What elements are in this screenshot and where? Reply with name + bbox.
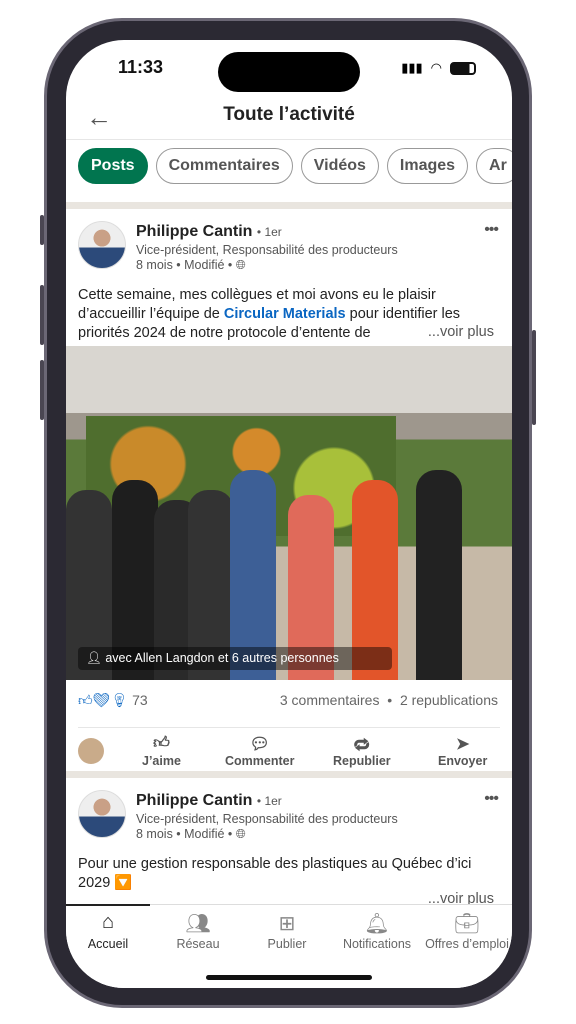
connection-degree: • 1er bbox=[256, 794, 282, 808]
dynamic-island bbox=[218, 52, 360, 92]
post-meta-text: 8 mois • Modifié • bbox=[136, 258, 233, 272]
page-title: Toute l’activité bbox=[223, 104, 355, 125]
person bbox=[416, 470, 462, 680]
tab-notifications[interactable]: 🔔︎ Notifications bbox=[332, 911, 422, 951]
post-meta: 8 mois • Modifié • 🌐︎ bbox=[136, 827, 246, 842]
send-button[interactable]: ➤ Envoyer bbox=[438, 734, 487, 768]
post-stats: 👍︎💚︎💡︎ 73 3 commentaires • 2 republicati… bbox=[78, 692, 498, 709]
comment-count[interactable]: 3 commentaires bbox=[280, 692, 380, 708]
tab-label: Réseau bbox=[176, 937, 220, 951]
battery-icon bbox=[450, 61, 476, 75]
divider bbox=[66, 202, 512, 209]
clock: 11:33 bbox=[118, 57, 164, 77]
post-card: Philippe Cantin • 1er Vice-président, Re… bbox=[66, 209, 512, 771]
power-button bbox=[532, 330, 536, 425]
active-tab-indicator bbox=[66, 904, 150, 906]
see-more-link[interactable]: ...voir plus bbox=[421, 324, 494, 340]
volume-up-button bbox=[40, 285, 44, 345]
volume-down-button bbox=[40, 360, 44, 420]
screen: 11:33 ▮▮▮ ◠ ← Toute l’activité Posts Comm… bbox=[66, 40, 512, 988]
post-meta: 8 mois • Modifié • 🌐︎ bbox=[136, 258, 246, 273]
photo-tag-text: avec Allen Langdon et 6 autres personnes bbox=[105, 651, 339, 665]
author-headline: Vice-président, Responsabilité des produ… bbox=[136, 812, 398, 826]
repost-count[interactable]: 2 republications bbox=[400, 692, 498, 708]
comment-button[interactable]: 💬︎ Commenter bbox=[225, 734, 294, 768]
reaction-count[interactable]: 73 bbox=[132, 692, 148, 708]
chip-articles[interactable]: Ar bbox=[476, 148, 512, 184]
header: ← Toute l’activité bbox=[66, 96, 512, 140]
author-link[interactable]: Philippe Cantin bbox=[136, 792, 252, 809]
tab-emplois[interactable]: 💼︎ Offres d’emploi bbox=[422, 911, 512, 951]
tab-label: Notifications bbox=[342, 937, 412, 951]
more-icon[interactable]: ••• bbox=[484, 790, 499, 808]
briefcase-icon: 💼︎ bbox=[454, 913, 480, 935]
chip-videos[interactable]: Vidéos bbox=[300, 148, 379, 184]
chip-commentaires[interactable]: Commentaires bbox=[155, 148, 293, 184]
globe-icon: 🌐︎ bbox=[235, 258, 246, 272]
tab-accueil[interactable]: ⌂ Accueil bbox=[66, 911, 153, 951]
repost-button[interactable]: 🔁︎ Republier bbox=[333, 734, 391, 768]
signal-icon: ▮▮▮ bbox=[401, 60, 423, 75]
action-bar: 👍︎ J’aime 💬︎ Commenter 🔁︎ Republier ➤ Envoye… bbox=[78, 727, 500, 777]
author-name[interactable]: Philippe Cantin • 1er bbox=[136, 223, 282, 241]
post-photo[interactable]: 👤︎ avec Allen Langdon et 6 autres person… bbox=[66, 346, 512, 680]
reactions-icon[interactable]: 👍︎💚︎💡︎ bbox=[78, 692, 128, 708]
comment-label: Commenter bbox=[225, 754, 295, 768]
bell-icon: 🔔︎ bbox=[364, 913, 390, 935]
comments-reposts[interactable]: 3 commentaires • 2 republications bbox=[280, 692, 498, 708]
repost-label: Republier bbox=[333, 754, 391, 768]
tab-reseau[interactable]: 👥︎ Réseau bbox=[153, 911, 243, 951]
bottom-nav: ⌂ Accueil 👥︎ Réseau ⊞ Publier 🔔︎ Notificatio… bbox=[66, 904, 512, 988]
company-link[interactable]: Circular Materials bbox=[224, 306, 346, 322]
send-icon: ➤ bbox=[455, 736, 470, 753]
chip-images[interactable]: Images bbox=[386, 148, 469, 184]
author-name[interactable]: Philippe Cantin • 1er bbox=[136, 792, 282, 810]
divider bbox=[66, 771, 512, 778]
thumbs-up-icon: 👍︎ bbox=[153, 735, 170, 752]
like-button[interactable]: 👍︎ J’aime bbox=[142, 734, 181, 768]
plus-icon: ⊞ bbox=[278, 913, 296, 935]
author-headline: Vice-président, Responsabilité des produ… bbox=[136, 243, 398, 257]
repost-icon: 🔁︎ bbox=[353, 738, 370, 755]
tab-label: Publier bbox=[267, 937, 307, 951]
connection-degree: • 1er bbox=[256, 225, 282, 239]
wifi-icon: ◠ bbox=[430, 60, 442, 75]
tab-label: Accueil bbox=[87, 937, 129, 951]
like-label: J’aime bbox=[142, 754, 181, 768]
more-icon[interactable]: ••• bbox=[484, 221, 499, 239]
filter-chips: Posts Commentaires Vidéos Images Ar bbox=[78, 148, 512, 184]
photo-tag[interactable]: 👤︎ avec Allen Langdon et 6 autres person… bbox=[78, 647, 392, 670]
tab-label: Offres d’emploi bbox=[425, 937, 509, 951]
home-indicator[interactable] bbox=[206, 975, 372, 980]
avatar[interactable] bbox=[78, 221, 126, 269]
home-icon: ⌂ bbox=[101, 911, 115, 933]
comment-icon: 💬︎ bbox=[249, 736, 270, 753]
send-label: Envoyer bbox=[438, 754, 488, 768]
actor-avatar[interactable] bbox=[78, 738, 104, 764]
author-link[interactable]: Philippe Cantin bbox=[136, 223, 252, 240]
globe-icon: 🌐︎ bbox=[235, 827, 246, 841]
post-text: Pour une gestion responsable des plastiq… bbox=[78, 856, 472, 891]
action-button bbox=[40, 215, 44, 245]
avatar[interactable] bbox=[78, 790, 126, 838]
network-icon: 👥︎ bbox=[185, 913, 211, 935]
post-meta-text: 8 mois • Modifié • bbox=[136, 827, 233, 841]
post-card: Philippe Cantin • 1er Vice-président, Re… bbox=[66, 778, 512, 918]
chip-posts[interactable]: Posts bbox=[78, 148, 148, 184]
tab-publier[interactable]: ⊞ Publier bbox=[242, 911, 332, 951]
status-bar: 11:33 ▮▮▮ ◠ bbox=[66, 40, 512, 96]
